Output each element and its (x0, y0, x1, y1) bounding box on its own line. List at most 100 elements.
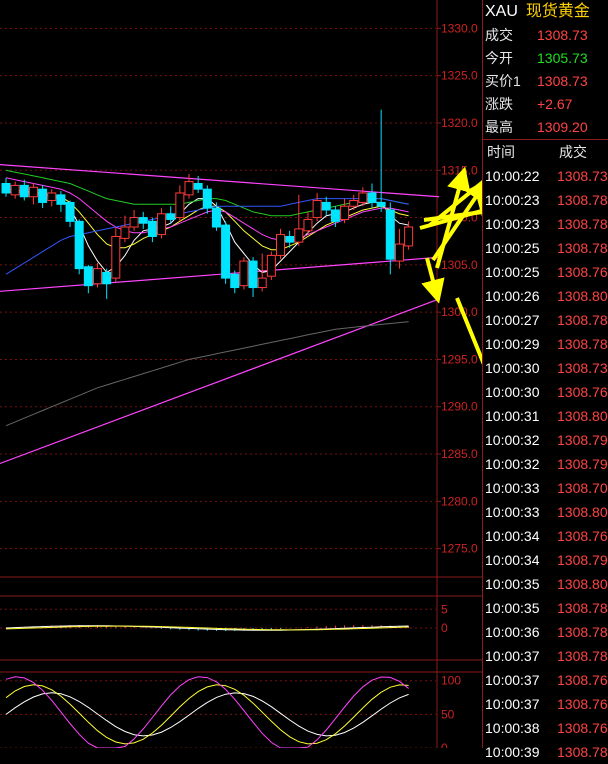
candle-body (93, 268, 102, 285)
candle-body (276, 234, 285, 256)
tick-price: 1308.78 (557, 336, 608, 352)
candle-body (385, 209, 395, 260)
tick-row: 10:00:22 1308.73 (483, 164, 608, 188)
tick-row: 10:00:37 1308.76 (483, 668, 608, 692)
tick-time: 10:00:39 (485, 744, 540, 760)
tick-price: 1308.79 (557, 456, 608, 472)
tick-price: 1308.76 (557, 528, 608, 544)
candle-body (19, 184, 29, 198)
trendline (0, 256, 440, 292)
tick-price: 1308.80 (557, 288, 608, 304)
candle-body (211, 207, 221, 228)
candle-body (83, 266, 93, 287)
y-tick-label: 1305.0 (441, 258, 478, 272)
candle-body (285, 235, 295, 243)
tick-price: 1308.78 (557, 648, 608, 664)
candle-body (330, 209, 340, 222)
candle-body (367, 192, 377, 203)
candle-body (248, 260, 258, 289)
tick-time: 10:00:23 (485, 192, 540, 208)
tick-list[interactable]: 10:00:22 1308.73 10:00:23 1308.78 10:00:23 13… (483, 164, 608, 764)
tick-time: 10:00:32 (485, 432, 540, 448)
tick-row: 10:00:30 1308.76 (483, 380, 608, 404)
quote-row-change: 涨跌 +2.67 (483, 93, 608, 116)
indicator-tick-label: 100 (441, 674, 461, 688)
trendline (0, 298, 440, 465)
quote-label: 买价1 (485, 73, 521, 89)
quote-label: 涨跌 (485, 96, 513, 112)
tick-price: 1308.78 (557, 600, 608, 616)
candle-body (129, 217, 139, 228)
tick-price: 1308.80 (557, 504, 608, 520)
tick-time: 10:00:35 (485, 576, 540, 592)
indicator-tick-label: 0 (441, 741, 448, 748)
tick-time: 10:00:37 (485, 696, 540, 712)
candle-body (120, 226, 130, 239)
candle-body (257, 277, 267, 289)
tick-time: 10:00:22 (485, 168, 540, 184)
candle-body (202, 188, 212, 209)
ticks-time-header: 时间 (487, 144, 515, 160)
tick-time: 10:00:26 (485, 288, 540, 304)
candle-body (340, 205, 350, 220)
tick-row: 10:00:29 1308.78 (483, 332, 608, 356)
candle-body (184, 181, 194, 196)
tick-price: 1308.79 (557, 432, 608, 448)
tick-time: 10:00:38 (485, 720, 540, 736)
quote-row-high: 最高 1309.20 (483, 116, 608, 139)
instrument-name: 现货黄金 (525, 3, 590, 20)
candle-body (349, 200, 359, 207)
candle-body (376, 201, 386, 207)
tick-row: 10:00:34 1308.79 (483, 548, 608, 572)
candle-body (1, 183, 11, 194)
candle-body (294, 228, 304, 243)
tick-row: 10:00:31 1308.80 (483, 404, 608, 428)
indicator-tick-label: 5 (441, 602, 448, 616)
y-tick-label: 1290.0 (441, 400, 478, 414)
tick-price: 1308.80 (557, 408, 608, 424)
kline-chart-area[interactable]: 1330.01325.01320.01315.01310.01305.01300… (0, 0, 573, 755)
tick-time: 10:00:30 (485, 360, 540, 376)
y-tick-label: 1330.0 (441, 21, 478, 35)
candle-body (157, 213, 167, 236)
candle-body (321, 201, 331, 211)
candle-body (28, 186, 38, 198)
tick-price: 1308.76 (557, 672, 608, 688)
candle-body (404, 226, 414, 247)
tick-row: 10:00:36 1308.78 (483, 620, 608, 644)
tick-time: 10:00:37 (485, 672, 540, 688)
indicator-line (5, 676, 409, 749)
quote-row-bid: 买价1 1308.73 (483, 70, 608, 93)
tick-price: 1308.78 (557, 624, 608, 640)
tick-time: 10:00:32 (485, 456, 540, 472)
instrument-header[interactable]: XAU 现货黄金 (483, 0, 608, 24)
candle-body (47, 192, 57, 202)
tick-price: 1308.76 (557, 264, 608, 280)
annotation-arrow (421, 257, 445, 304)
candle-body (394, 243, 404, 262)
tick-price: 1308.73 (557, 168, 608, 184)
instrument-symbol: XAU (485, 3, 518, 20)
tick-row: 10:00:35 1308.80 (483, 572, 608, 596)
tick-price: 1308.78 (557, 192, 608, 208)
candle-body (102, 271, 112, 285)
tick-row: 10:00:32 1308.79 (483, 428, 608, 452)
y-tick-label: 1280.0 (441, 494, 478, 508)
tick-row: 10:00:33 1308.80 (483, 500, 608, 524)
tick-time: 10:00:30 (485, 384, 540, 400)
tick-row: 10:00:37 1308.76 (483, 692, 608, 716)
tick-time: 10:00:29 (485, 336, 540, 352)
kline-chart[interactable]: 1330.01325.01320.01315.01310.01305.01300… (0, 0, 573, 755)
tick-time: 10:00:25 (485, 240, 540, 256)
candle-body (239, 260, 249, 287)
tick-price: 1308.78 (557, 240, 608, 256)
tick-price: 1308.78 (557, 744, 608, 760)
candle-body (193, 183, 203, 190)
tick-row: 10:00:33 1308.70 (483, 476, 608, 500)
quote-value: 1308.73 (537, 73, 588, 89)
tick-price: 1308.76 (557, 384, 608, 400)
candle-body (111, 235, 121, 279)
tick-row: 10:00:23 1308.78 (483, 188, 608, 212)
moving-average-line (5, 321, 409, 427)
quote-label: 最高 (485, 119, 513, 135)
